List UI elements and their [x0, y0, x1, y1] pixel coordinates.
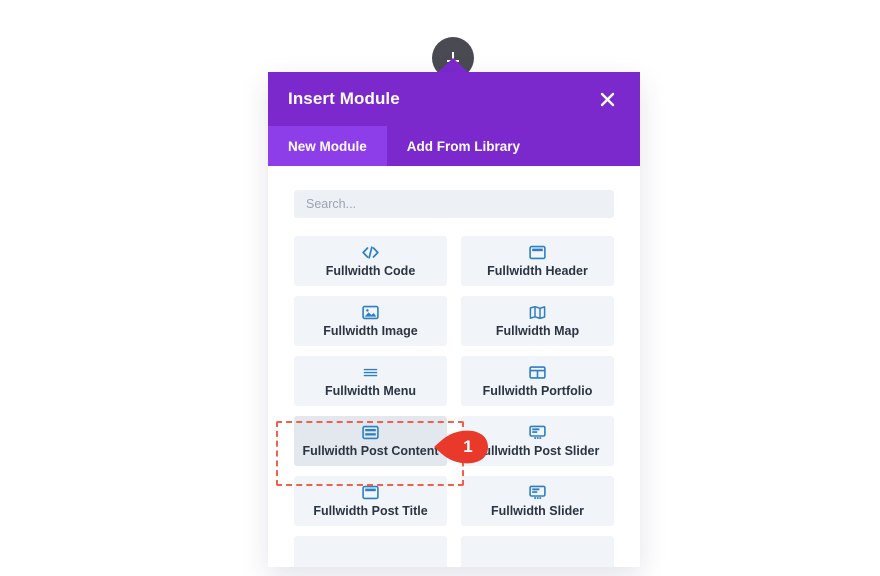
tab-new-module-label: New Module	[288, 138, 367, 154]
module-item-fullwidth-header[interactable]: Fullwidth Header	[461, 236, 614, 286]
module-item-label: Fullwidth Portfolio	[482, 384, 593, 398]
module-item-fullwidth-image[interactable]: Fullwidth Image	[294, 296, 447, 346]
module-item-partial-right[interactable]	[461, 536, 614, 567]
module-grid: Fullwidth Code Fullwidth Header Fullwidt…	[294, 236, 614, 567]
modal-notch	[437, 58, 469, 73]
slider-icon	[529, 484, 546, 501]
close-button[interactable]	[594, 86, 620, 112]
grid-icon	[529, 364, 546, 381]
module-item-fullwidth-code[interactable]: Fullwidth Code	[294, 236, 447, 286]
module-item-fullwidth-menu[interactable]: Fullwidth Menu	[294, 356, 447, 406]
module-item-partial-left[interactable]	[294, 536, 447, 567]
header-icon	[529, 244, 546, 261]
insert-module-modal: Insert Module New Module Add From Librar…	[268, 72, 640, 567]
module-item-label: Fullwidth Slider	[490, 504, 585, 518]
code-icon	[361, 244, 380, 261]
module-item-label: Fullwidth Post Content	[302, 444, 439, 458]
tab-add-from-library[interactable]: Add From Library	[386, 126, 541, 166]
module-item-label: Fullwidth Post Slider	[475, 444, 600, 458]
modal-tabs: New Module Add From Library	[268, 126, 640, 166]
header-icon	[362, 484, 379, 501]
annotation-marker-1: 1	[432, 427, 490, 467]
module-item-fullwidth-portfolio[interactable]: Fullwidth Portfolio	[461, 356, 614, 406]
menu-icon	[362, 364, 379, 381]
module-item-label: Fullwidth Menu	[325, 384, 416, 398]
module-item-fullwidth-map[interactable]: Fullwidth Map	[461, 296, 614, 346]
search-input[interactable]	[294, 190, 614, 218]
module-item-fullwidth-slider[interactable]: Fullwidth Slider	[461, 476, 614, 526]
module-item-label: Fullwidth Header	[487, 264, 588, 278]
screenshot-canvas: Insert Module New Module Add From Librar…	[0, 0, 880, 576]
modal-header: Insert Module	[268, 72, 640, 126]
map-icon	[529, 304, 546, 321]
tab-add-from-library-label: Add From Library	[406, 138, 521, 154]
modal-body: Fullwidth Code Fullwidth Header	[268, 166, 640, 567]
module-item-label: Fullwidth Image	[323, 324, 418, 338]
module-item-fullwidth-post-content[interactable]: Fullwidth Post Content	[294, 416, 447, 466]
post-content-icon	[362, 424, 379, 441]
page-title: Insert Module	[288, 89, 400, 108]
module-item-label: Fullwidth Map	[495, 324, 580, 338]
annotation-marker-label: 1	[463, 437, 473, 456]
module-item-label: Fullwidth Code	[325, 264, 416, 278]
tab-new-module[interactable]: New Module	[268, 126, 387, 166]
module-item-label: Fullwidth Post Title	[313, 504, 428, 518]
close-icon	[600, 92, 614, 106]
image-icon	[362, 304, 379, 321]
module-item-fullwidth-post-title[interactable]: Fullwidth Post Title	[294, 476, 447, 526]
slider-icon	[529, 424, 546, 441]
